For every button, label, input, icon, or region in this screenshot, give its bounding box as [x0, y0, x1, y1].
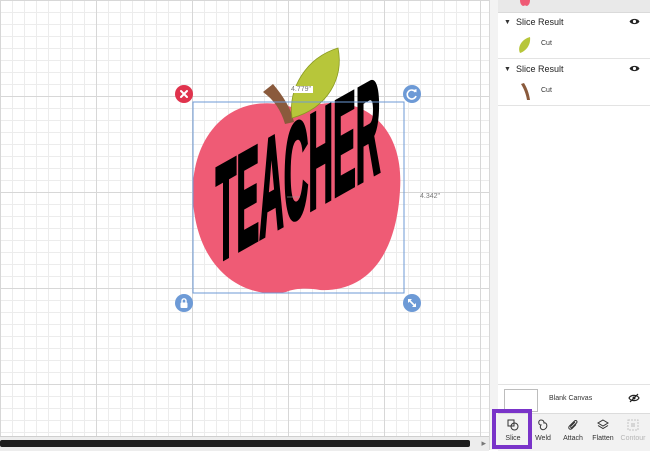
slice-button[interactable]: Slice [492, 409, 532, 451]
weld-label: Weld [535, 435, 551, 442]
apple-thumb-icon [520, 0, 530, 6]
collapse-caret-icon[interactable]: ▼ [504, 66, 511, 73]
layer-group-leaf[interactable]: ▼ Slice Result Cut [498, 12, 650, 59]
rotate-icon [406, 89, 417, 100]
flatten-label: Flatten [592, 435, 614, 442]
layer-group-stem[interactable]: ▼ Slice Result Cut [498, 59, 650, 106]
collapse-caret-icon[interactable]: ▼ [504, 19, 511, 26]
stem-thumb-icon [521, 83, 530, 100]
delete-handle[interactable] [175, 85, 193, 103]
layer-item-label: Cut [541, 87, 552, 94]
layer-actions-toolbar: Slice Weld Attach Flatten Contour [492, 409, 650, 451]
contour-button[interactable]: Contour [618, 414, 648, 451]
blank-canvas-label: Blank Canvas [549, 395, 593, 402]
paperclip-icon [568, 419, 578, 430]
layer-group-title: Slice Result [516, 64, 564, 74]
weld-icon [538, 419, 548, 431]
horizontal-scrollbar[interactable]: ▸ [0, 436, 489, 451]
layer-group-title: Slice Result [516, 17, 564, 27]
visibility-eye-icon[interactable] [629, 17, 640, 26]
contour-label: Contour [620, 435, 646, 442]
flatten-layers-icon [597, 419, 609, 430]
lock-icon [180, 298, 188, 308]
scroll-right-icon[interactable]: ▸ [481, 438, 486, 449]
rotate-handle[interactable] [403, 85, 421, 103]
scrollbar-thumb[interactable] [0, 440, 470, 447]
layer-item-label: Cut [541, 40, 552, 47]
leaf-thumb-icon [519, 37, 531, 53]
attach-button[interactable]: Attach [558, 414, 588, 451]
flatten-button[interactable]: Flatten [588, 414, 618, 451]
contour-icon [627, 419, 639, 431]
hidden-eye-icon[interactable] [628, 393, 640, 403]
lock-handle[interactable] [175, 294, 193, 312]
close-icon [180, 90, 188, 98]
slice-highlight-box [492, 409, 532, 449]
resize-icon [407, 298, 417, 308]
width-dimension-label: 4.779" [289, 86, 314, 93]
artwork-group[interactable]: TEACHER [0, 0, 489, 436]
weld-button[interactable]: Weld [528, 414, 558, 451]
layers-panel: ▼ Slice Result Cut ▼ Slice Result Cut Bl… [492, 0, 650, 451]
attach-label: Attach [563, 435, 583, 442]
visibility-eye-icon[interactable] [629, 64, 640, 73]
resize-handle[interactable] [403, 294, 421, 312]
height-dimension-label: 4.342" [420, 193, 441, 200]
